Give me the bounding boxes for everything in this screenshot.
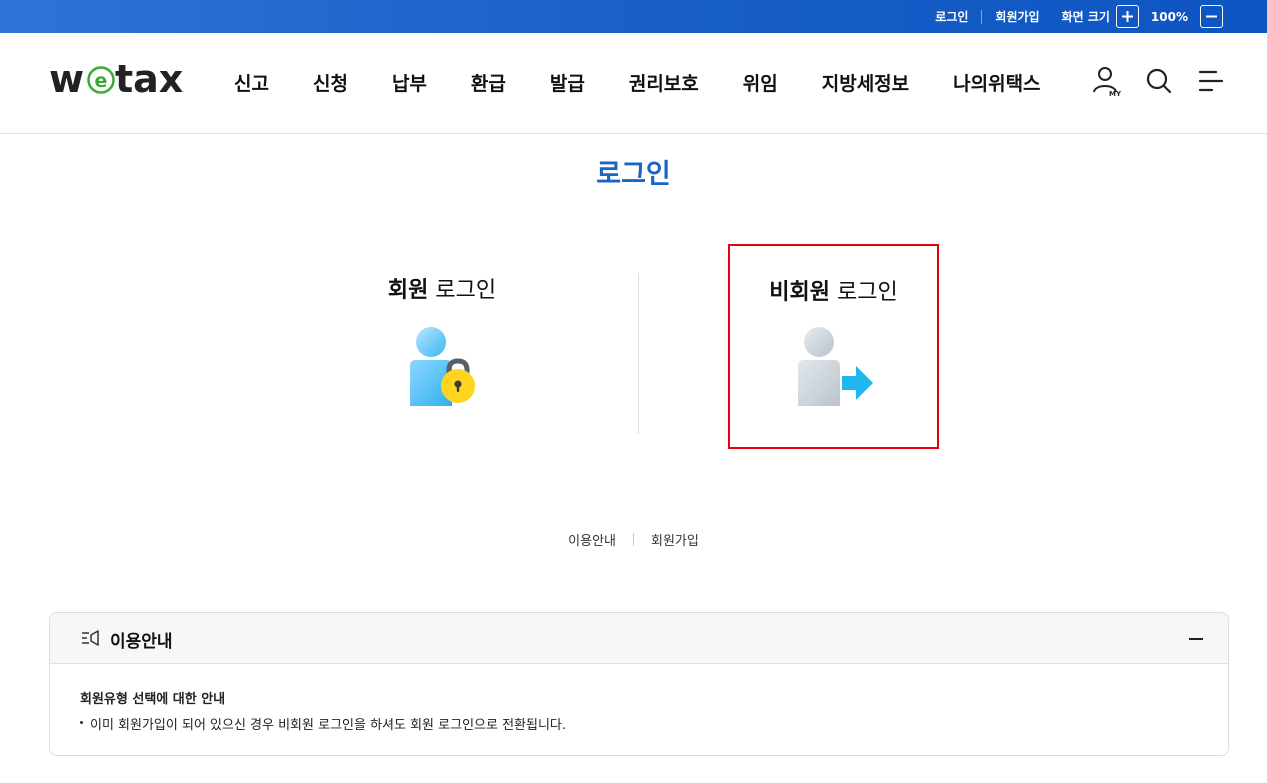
top-signup-link[interactable]: 회원가입	[995, 8, 1039, 25]
divider	[981, 9, 983, 24]
my-page-icon: MY	[1093, 67, 1122, 97]
nav-item-issue[interactable]: 발급	[528, 69, 607, 96]
nav-item-delegation[interactable]: 위임	[721, 69, 800, 96]
member-login-rest: 로그인	[435, 278, 497, 303]
zoom-value: 100%	[1150, 9, 1188, 24]
signup-link[interactable]: 회원가입	[651, 530, 699, 549]
logo-tax: tax	[115, 59, 183, 99]
site-header: w e tax 신고 신청 납부 환급 발급 권리보호 위임 지방세정보 나의위…	[0, 33, 1267, 134]
nav-item-report[interactable]: 신고	[212, 69, 291, 96]
minus-icon	[1206, 15, 1217, 18]
logo-w: w	[49, 59, 84, 99]
top-login-link[interactable]: 로그인	[935, 8, 968, 25]
header-icons: MY	[1071, 65, 1227, 97]
info-body-title: 회원유형 선택에 대한 안내	[80, 692, 226, 707]
member-login-strong: 회원	[387, 278, 429, 303]
guest-login-button[interactable]: 비회원 로그인	[728, 244, 939, 449]
guest-arrow-icon	[797, 327, 873, 406]
usage-info-panel: 이용안내 회원유형 선택에 대한 안내 이미 회원가입이 되어 있으신 경우 비…	[49, 612, 1229, 756]
logo-e: e	[95, 70, 108, 92]
member-login-button[interactable]: 회원 로그인	[337, 244, 547, 449]
nav-item-refund[interactable]: 환급	[449, 69, 528, 96]
usage-info-body: 회원유형 선택에 대한 안내 이미 회원가입이 되어 있으신 경우 비회원 로그…	[50, 664, 1228, 733]
info-body-text: 이미 회원가입이 되어 있으신 경우 비회원 로그인을 하셔도 회원 로그인으로…	[80, 714, 1228, 733]
member-login-title: 회원 로그인	[337, 272, 547, 304]
top-utility-bar: 로그인 회원가입 화면 크기 100%	[0, 0, 1267, 33]
nav-item-pay[interactable]: 납부	[370, 69, 449, 96]
page-title: 로그인	[596, 159, 671, 190]
search-icon	[1146, 68, 1172, 94]
zoom-in-button[interactable]	[1115, 5, 1139, 28]
usage-info-title: 이용안내	[110, 632, 173, 652]
my-page-button[interactable]: MY	[1091, 65, 1123, 97]
nav-item-my-wetax[interactable]: 나의위택스	[931, 69, 1062, 96]
member-lock-icon	[410, 327, 475, 406]
menu-button[interactable]	[1195, 65, 1227, 97]
utility-links: 로그인 회원가입 화면 크기 100%	[935, 0, 1229, 33]
guest-login-strong: 비회원	[769, 280, 830, 305]
collapse-icon[interactable]	[1188, 631, 1204, 647]
nav-item-tax-info[interactable]: 지방세정보	[800, 69, 931, 96]
guest-login-title: 비회원 로그인	[730, 274, 937, 306]
search-button[interactable]	[1143, 65, 1175, 97]
zoom-out-button[interactable]	[1200, 5, 1223, 28]
main-navigation: 신고 신청 납부 환급 발급 권리보호 위임 지방세정보 나의위택스	[212, 69, 1063, 96]
usage-info-header[interactable]: 이용안내	[50, 613, 1228, 664]
plus-icon	[1121, 11, 1133, 22]
zoom-label: 화면 크기	[1061, 10, 1110, 24]
my-label: MY	[1109, 90, 1122, 97]
megaphone-icon	[82, 630, 99, 646]
sub-links: 이용안내 회원가입	[0, 530, 1267, 549]
guest-login-rest: 로그인	[837, 280, 898, 305]
login-divider	[638, 273, 639, 434]
nav-item-rights[interactable]: 권리보호	[607, 69, 721, 96]
nav-item-apply[interactable]: 신청	[291, 69, 370, 96]
usage-guide-link[interactable]: 이용안내	[568, 530, 616, 549]
wetax-logo[interactable]: w e tax	[49, 59, 189, 99]
menu-icon	[1198, 70, 1224, 92]
divider	[633, 533, 634, 546]
